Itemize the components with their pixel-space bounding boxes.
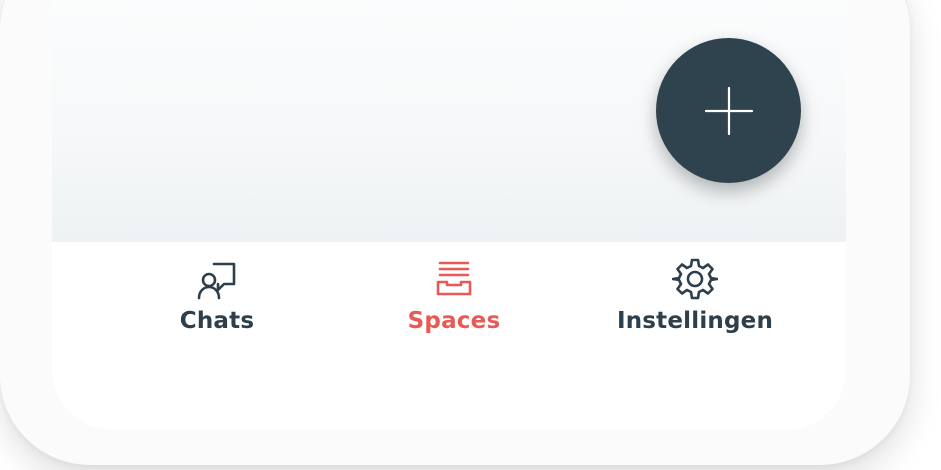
gear-icon <box>672 258 718 300</box>
bottom-tab-bar: Chats Spaces Instellingen <box>52 242 846 430</box>
chat-person-icon <box>197 262 236 300</box>
tab-spaces-label: Spaces <box>407 308 501 334</box>
tab-chats[interactable]: Chats <box>107 256 327 356</box>
tab-instellingen-label: Instellingen <box>616 308 774 334</box>
plus-icon <box>704 86 753 135</box>
app-viewport: Chats Spaces Instellingen <box>0 0 941 470</box>
add-button[interactable] <box>656 38 801 183</box>
inbox-tray-icon <box>436 261 472 296</box>
tab-chats-label: Chats <box>179 308 255 334</box>
tab-instellingen[interactable]: Instellingen <box>585 256 805 356</box>
tab-spaces[interactable]: Spaces <box>344 256 564 356</box>
